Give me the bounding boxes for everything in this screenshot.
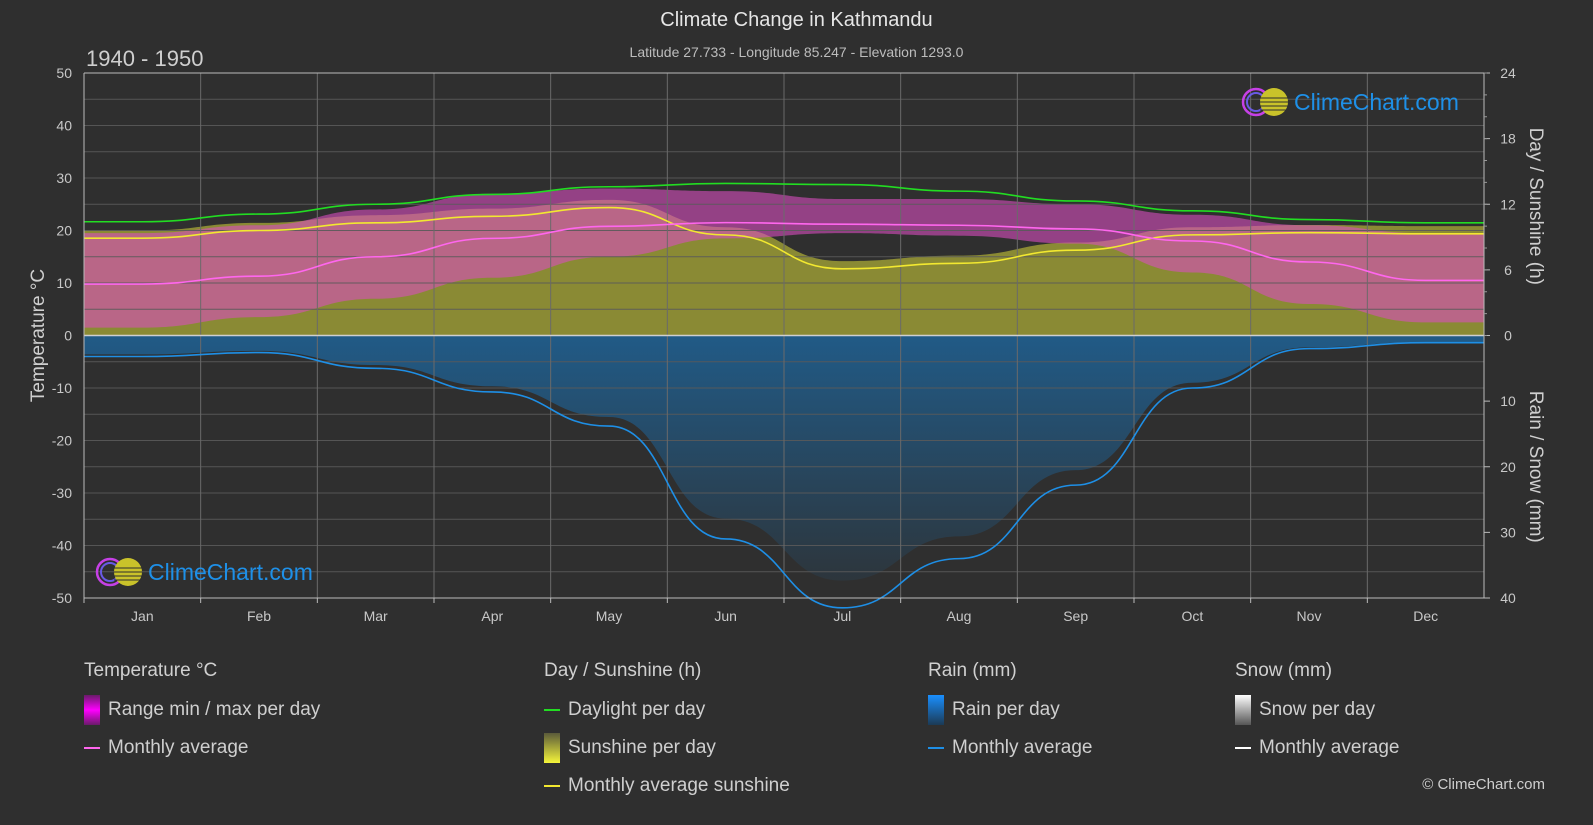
left-tick-label: -20	[52, 433, 72, 449]
sunshine-tick-label: 12	[1500, 196, 1516, 212]
legend-title: Snow (mm)	[1235, 660, 1333, 681]
month-label: Mar	[364, 608, 388, 624]
rain-avg-line-icon	[928, 747, 944, 749]
legend-item: Snow per day	[1235, 695, 1399, 725]
legend-item: Range min / max per day	[84, 695, 321, 725]
legend-label: Monthly average	[952, 737, 1093, 758]
month-label: May	[596, 608, 622, 624]
legend-label: Monthly average	[108, 737, 249, 758]
legend-sunshine: Day / Sunshine (h) Daylight per day Suns…	[544, 660, 790, 814]
rain-swatch-icon	[928, 695, 944, 725]
copyright[interactable]: © ClimeChart.com	[1422, 776, 1545, 793]
logo-text: ClimeChart.com	[148, 558, 313, 585]
legend-item: Rain per day	[928, 695, 1092, 725]
left-tick-label: 20	[56, 223, 72, 239]
legend-snow: Snow (mm) Snow per day Monthly average	[1235, 660, 1399, 776]
logo-top-right[interactable]: ClimeChart.com	[1240, 86, 1459, 118]
month-label: Jan	[131, 608, 154, 624]
legend-label: Sunshine per day	[568, 737, 716, 758]
month-label: Dec	[1413, 608, 1438, 624]
legend-item: Monthly average sunshine	[544, 775, 790, 796]
sunshine-tick-label: 18	[1500, 131, 1516, 147]
rain-tick-label: 30	[1500, 524, 1516, 540]
legend-temperature: Temperature °C Range min / max per day M…	[84, 660, 320, 776]
legend-title: Day / Sunshine (h)	[544, 660, 702, 681]
month-label: Aug	[947, 608, 972, 624]
temp-range-swatch-icon	[84, 695, 100, 725]
snow-swatch-icon	[1235, 695, 1251, 725]
sunshine-swatch-icon	[544, 733, 560, 763]
legend-title: Temperature °C	[84, 660, 218, 681]
month-label: Jul	[833, 608, 851, 624]
legend-label: Rain per day	[952, 699, 1060, 720]
temp-avg-line-icon	[84, 747, 100, 749]
rain-tick-label: 40	[1500, 590, 1516, 606]
legend-label: Range min / max per day	[108, 699, 321, 720]
rain-tick-label: 20	[1500, 459, 1516, 475]
month-label: Nov	[1297, 608, 1322, 624]
legend-item: Monthly average	[84, 737, 320, 758]
daylight-line-icon	[544, 709, 560, 711]
sunshine-avg-line-icon	[544, 785, 560, 787]
legend-item: Monthly average	[928, 737, 1093, 758]
sunshine-tick-label: 6	[1504, 262, 1512, 278]
left-tick-label: -30	[52, 485, 72, 501]
left-axis-title: Temperature °C	[28, 269, 49, 402]
left-tick-label: 30	[56, 170, 72, 186]
left-tick-label: 50	[56, 65, 72, 81]
month-label: Sep	[1063, 608, 1088, 624]
left-tick-label: -40	[52, 538, 72, 554]
month-label: Oct	[1181, 608, 1203, 624]
legend-rain: Rain (mm) Rain per day Monthly average	[928, 660, 1092, 776]
climechart-logo-icon	[1241, 87, 1288, 117]
rain-tick-label: 10	[1500, 393, 1516, 409]
left-tick-label: 0	[64, 328, 72, 344]
legend-item: Daylight per day	[544, 699, 790, 720]
legend-label: Snow per day	[1259, 699, 1376, 720]
month-label: Feb	[247, 608, 271, 624]
right-bottom-axis-title: Rain / Snow (mm)	[1525, 391, 1546, 543]
sunshine-tick-label: 0	[1504, 328, 1512, 344]
logo-text: ClimeChart.com	[1294, 88, 1459, 115]
climechart-logo-icon	[95, 557, 142, 587]
legend-item: Monthly average	[1235, 737, 1400, 758]
month-label: Jun	[714, 608, 737, 624]
legend-label: Daylight per day	[568, 699, 706, 720]
legend-label: Monthly average sunshine	[568, 775, 790, 796]
legend-label: Monthly average	[1259, 737, 1400, 758]
legend-item: Sunshine per day	[544, 733, 790, 763]
right-top-axis-title: Day / Sunshine (h)	[1525, 128, 1546, 285]
left-tick-label: 10	[56, 275, 72, 291]
month-label: Apr	[481, 608, 503, 624]
left-tick-label: -10	[52, 380, 72, 396]
left-tick-label: -50	[52, 590, 72, 606]
left-tick-label: 40	[56, 118, 72, 134]
logo-bottom-left[interactable]: ClimeChart.com	[94, 556, 313, 588]
snow-avg-line-icon	[1235, 747, 1251, 749]
sunshine-tick-label: 24	[1500, 65, 1516, 81]
legend-title: Rain (mm)	[928, 660, 1017, 681]
